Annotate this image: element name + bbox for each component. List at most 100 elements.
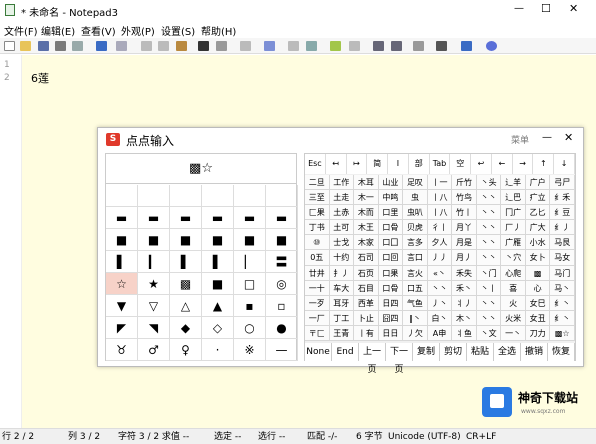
menu-file[interactable]: 文件(F) bbox=[4, 23, 38, 38]
customize-icon[interactable] bbox=[436, 41, 447, 51]
symbol-cell[interactable]: ■ bbox=[234, 229, 266, 251]
symbol-cell[interactable] bbox=[170, 185, 202, 207]
cut-icon[interactable] bbox=[141, 41, 152, 51]
ime-action-button[interactable]: End bbox=[332, 343, 359, 361]
symbol-cell[interactable]: ◆ bbox=[170, 317, 202, 339]
ime-action-button[interactable]: 撤销 bbox=[521, 343, 548, 361]
replace-icon[interactable] bbox=[216, 41, 227, 51]
ime-input-panel[interactable]: S 点点输入 菜单 — ✕ ▩☆ ▬ ▬ ▬ ▬ ▬ ▬ ■ ■ ■ ■ ■ ■ ▌ ▎ ▌ ▌ ▏ 〓 ☆ ★ ▩ ■ □… bbox=[97, 127, 584, 375]
zoom-icon[interactable] bbox=[306, 41, 317, 51]
symbol-cell[interactable]: ◤ bbox=[106, 317, 138, 339]
symbol-cell[interactable] bbox=[106, 185, 138, 207]
symbol-cell[interactable]: ■ bbox=[202, 229, 234, 251]
symbol-cell[interactable]: ■ bbox=[266, 229, 298, 251]
symbol-cell[interactable]: ▫ bbox=[266, 295, 298, 317]
new-file-icon[interactable] bbox=[4, 41, 15, 51]
symbol-cell[interactable]: ▌ bbox=[202, 251, 234, 273]
symbol-cell[interactable]: △ bbox=[170, 295, 202, 317]
symbol-cell[interactable]: ♂ bbox=[138, 339, 170, 361]
symbol-cell[interactable]: ▏ bbox=[234, 251, 266, 273]
symbol-cell-selected[interactable]: ☆ bbox=[106, 273, 138, 295]
ime-action-button[interactable]: 上一页 bbox=[359, 343, 386, 375]
print-icon[interactable] bbox=[72, 41, 83, 51]
pin-icon[interactable] bbox=[461, 41, 472, 51]
symbol-cell[interactable]: ▬ bbox=[266, 207, 298, 229]
maximize-button[interactable]: ☐ bbox=[541, 2, 551, 15]
symbol-cell[interactable]: ◎ bbox=[266, 273, 298, 295]
symbol-cell[interactable]: ♉ bbox=[106, 339, 138, 361]
open-folder-icon[interactable] bbox=[20, 41, 31, 51]
ime-action-button[interactable]: 粘贴 bbox=[467, 343, 494, 361]
close-button[interactable]: ✕ bbox=[569, 2, 578, 15]
redo-icon[interactable] bbox=[116, 41, 127, 51]
symbol-cell[interactable]: ○ bbox=[234, 317, 266, 339]
symbol-cell[interactable]: ▼ bbox=[106, 295, 138, 317]
status-encoding[interactable]: Unicode (UTF-8) bbox=[388, 431, 461, 443]
symbol-cell[interactable]: □ bbox=[234, 273, 266, 295]
symbol-cell[interactable]: 〓 bbox=[266, 251, 298, 273]
editor-line-2[interactable]: 6莲 bbox=[31, 70, 49, 86]
symbol-cell[interactable]: ▬ bbox=[170, 207, 202, 229]
scheme-icon[interactable] bbox=[413, 41, 424, 51]
favorites-star-icon[interactable] bbox=[330, 41, 341, 51]
view-icon[interactable] bbox=[288, 41, 299, 51]
symbol-cell[interactable] bbox=[138, 185, 170, 207]
symbol-cell[interactable]: ▌ bbox=[106, 251, 138, 273]
exit-icon[interactable] bbox=[486, 41, 497, 51]
symbol-cell[interactable]: ▩ bbox=[170, 273, 202, 295]
symbol-cell[interactable]: ● bbox=[266, 317, 298, 339]
copy-icon[interactable] bbox=[158, 41, 169, 51]
symbol-cell[interactable]: ▪ bbox=[234, 295, 266, 317]
symbol-cell[interactable]: ★ bbox=[138, 273, 170, 295]
menu-view[interactable]: 查看(V) bbox=[81, 23, 116, 38]
menu-help[interactable]: 帮助(H) bbox=[201, 23, 236, 38]
ime-action-button[interactable]: 下一页 bbox=[386, 343, 413, 375]
ime-minimize-button[interactable]: — bbox=[542, 132, 552, 143]
symbol-cell[interactable]: ♀ bbox=[170, 339, 202, 361]
ime-action-button[interactable]: None bbox=[305, 343, 332, 361]
zoom-out-icon[interactable] bbox=[391, 41, 402, 51]
goto-icon[interactable] bbox=[240, 41, 251, 51]
symbol-cell[interactable] bbox=[266, 185, 298, 207]
zoom-in-icon[interactable] bbox=[373, 41, 384, 51]
symbol-cell[interactable]: ▲ bbox=[202, 295, 234, 317]
ime-bottom-bar: None End 上一页 下一页 复制 剪切 粘贴 全选 撤销 恢复 bbox=[305, 154, 575, 375]
menu-edit[interactable]: 编辑(E) bbox=[41, 23, 75, 38]
symbol-cell[interactable]: ■ bbox=[202, 273, 234, 295]
minimize-button[interactable]: — bbox=[514, 3, 524, 14]
symbol-cell[interactable]: ▬ bbox=[234, 207, 266, 229]
ime-action-button[interactable]: 恢复 bbox=[548, 343, 575, 361]
symbol-cell[interactable]: ▬ bbox=[202, 207, 234, 229]
paste-icon[interactable] bbox=[176, 41, 187, 51]
ime-action-button[interactable]: 全选 bbox=[494, 343, 521, 361]
undo-icon[interactable] bbox=[96, 41, 107, 51]
word-wrap-icon[interactable] bbox=[264, 41, 275, 51]
symbol-cell[interactable]: ▬ bbox=[138, 207, 170, 229]
ime-menu-button[interactable]: 菜单 bbox=[511, 133, 529, 146]
symbol-cell[interactable]: ▌ bbox=[170, 251, 202, 273]
find-icon[interactable] bbox=[198, 41, 209, 51]
status-eol[interactable]: CR+LF bbox=[466, 431, 496, 443]
save-as-icon[interactable] bbox=[55, 41, 66, 51]
notepad-app-icon bbox=[5, 4, 15, 16]
symbol-cell[interactable]: ■ bbox=[170, 229, 202, 251]
symbol-cell[interactable]: ▬ bbox=[106, 207, 138, 229]
symbol-cell[interactable] bbox=[234, 185, 266, 207]
symbol-cell[interactable]: — bbox=[266, 339, 298, 361]
symbol-cell[interactable]: ■ bbox=[106, 229, 138, 251]
ime-action-button[interactable]: 复制 bbox=[413, 343, 440, 361]
bookmark-icon[interactable] bbox=[349, 41, 360, 51]
symbol-cell[interactable]: ◇ bbox=[202, 317, 234, 339]
ime-action-button[interactable]: 剪切 bbox=[440, 343, 467, 361]
symbol-cell[interactable]: ◥ bbox=[138, 317, 170, 339]
symbol-cell[interactable] bbox=[202, 185, 234, 207]
symbol-cell[interactable]: · bbox=[202, 339, 234, 361]
save-icon[interactable] bbox=[38, 41, 49, 51]
symbol-cell[interactable]: ▽ bbox=[138, 295, 170, 317]
symbol-cell[interactable]: ■ bbox=[138, 229, 170, 251]
symbol-cell[interactable]: ▎ bbox=[138, 251, 170, 273]
ime-close-button[interactable]: ✕ bbox=[564, 131, 573, 144]
menu-appearance[interactable]: 外观(P) bbox=[121, 23, 155, 38]
symbol-cell[interactable]: ※ bbox=[234, 339, 266, 361]
menu-settings[interactable]: 设置(S) bbox=[161, 23, 195, 38]
